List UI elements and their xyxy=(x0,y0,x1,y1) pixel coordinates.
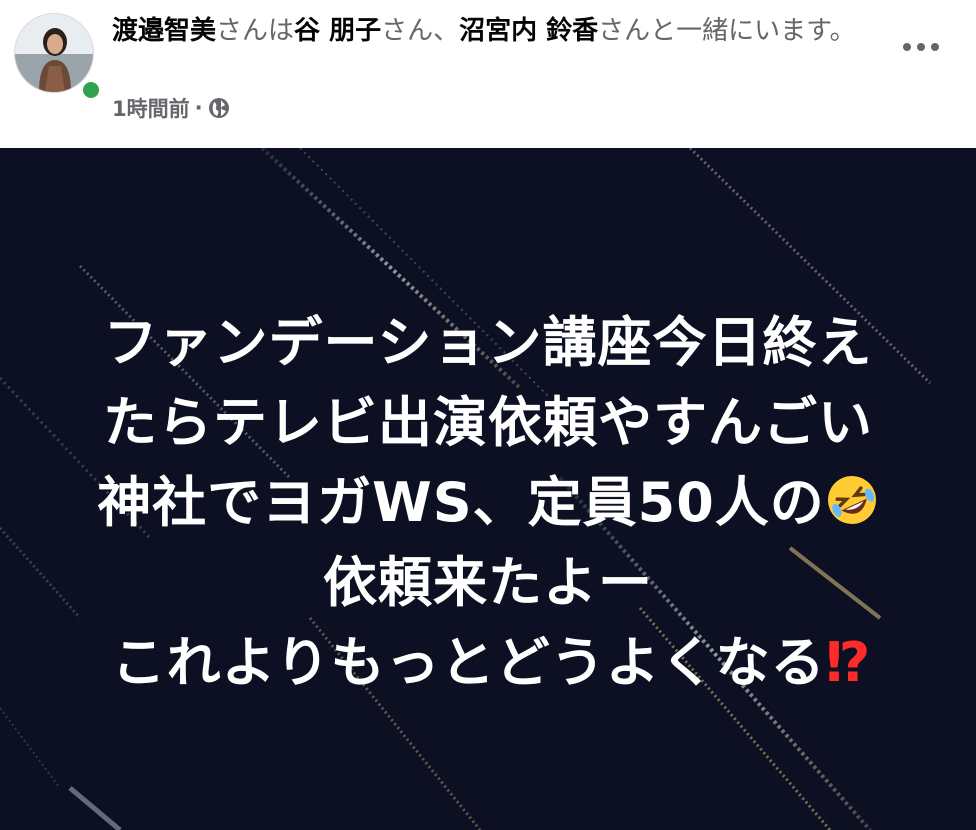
headline-text-end: さんと一緒にいます。 xyxy=(598,16,856,46)
tagged-person-2[interactable]: 沼宮内 鈴香 xyxy=(459,16,598,46)
caption-line-3-text: 神社でヨガWS、定員50人の xyxy=(97,471,825,534)
post-headline: 渡邉智美さんは谷 朋子さん、沼宮内 鈴香さんと一緒にいます。 xyxy=(112,14,882,48)
post-image[interactable]: ファンデーション講座今日終え たらテレビ出演依頼やすんごい 神社でヨガWS、定員… xyxy=(0,148,976,830)
caption-line-3: 神社でヨガWS、定員50人の xyxy=(0,463,976,543)
globe-icon[interactable] xyxy=(208,97,230,119)
caption-line-5: これよりもっとどうよくなる⁉ xyxy=(0,623,976,703)
avatar-container[interactable] xyxy=(14,13,102,101)
more-options-button[interactable] xyxy=(893,30,949,64)
exclamation-question-mark-icon: ⁉ xyxy=(825,631,871,694)
post-timestamp[interactable]: 1時間前 xyxy=(112,93,190,123)
post-meta: 1時間前 · xyxy=(112,93,230,123)
meta-separator: · xyxy=(194,96,203,120)
caption-line-1: ファンデーション講座今日終え xyxy=(103,311,873,374)
caption-line-2: たらテレビ出演依頼やすんごい xyxy=(103,391,873,454)
post-header: 渡邉智美さんは谷 朋子さん、沼宮内 鈴香さんと一緒にいます。 1時間前 · xyxy=(0,0,976,148)
caption-line-4: 依頼来たよー xyxy=(323,551,653,614)
avatar[interactable] xyxy=(14,13,94,93)
rolling-on-floor-laughing-emoji-icon xyxy=(825,469,879,524)
headline-text-with: さんは xyxy=(216,16,295,46)
image-caption: ファンデーション講座今日終え たらテレビ出演依頼やすんごい 神社でヨガWS、定員… xyxy=(0,303,976,703)
tagged-person-1[interactable]: 谷 朋子 xyxy=(294,16,381,46)
ellipsis-icon xyxy=(903,43,911,51)
ellipsis-icon xyxy=(931,43,939,51)
headline-text-and: さん、 xyxy=(381,16,460,46)
online-status-dot xyxy=(80,79,102,101)
caption-line-5-text: これよりもっとどうよくなる xyxy=(111,631,826,694)
author-name[interactable]: 渡邉智美 xyxy=(112,16,216,46)
ellipsis-icon xyxy=(917,43,925,51)
